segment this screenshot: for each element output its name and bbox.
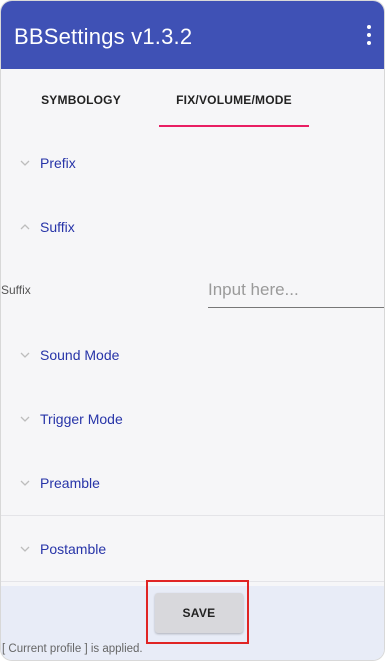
section-label: Sound Mode — [40, 347, 120, 363]
save-highlight-box — [146, 580, 249, 644]
app-bar: BBSettings v1.3.2 — [1, 1, 384, 69]
section-postamble[interactable]: Postamble — [1, 517, 384, 582]
tab-bar: SYMBOLOGY FIX/VOLUME/MODE — [1, 69, 384, 132]
more-vert-icon[interactable] — [362, 25, 374, 47]
status-text: [ Current profile ] is applied. — [2, 643, 143, 655]
section-suffix[interactable]: Suffix — [1, 195, 384, 260]
chevron-down-icon — [20, 352, 30, 358]
chevron-down-icon — [20, 480, 30, 486]
section-trigger-mode[interactable]: Trigger Mode — [1, 387, 384, 452]
app-window: BBSettings v1.3.2 SYMBOLOGY FIX/VOLUME/M… — [0, 0, 385, 661]
chevron-up-icon — [20, 224, 30, 230]
section-label: Trigger Mode — [40, 411, 123, 427]
chevron-down-icon — [20, 160, 30, 166]
chevron-down-icon — [20, 546, 30, 552]
tab-fix-volume-mode[interactable]: FIX/VOLUME/MODE — [159, 69, 309, 131]
suffix-input[interactable] — [208, 273, 384, 308]
active-tab-indicator — [159, 125, 309, 127]
section-label: Preamble — [40, 475, 100, 491]
app-title: BBSettings v1.3.2 — [14, 24, 193, 49]
suffix-field-row: Suffix — [1, 259, 384, 324]
section-label: Suffix — [40, 219, 75, 235]
section-label: Postamble — [40, 541, 107, 557]
tab-symbology[interactable]: SYMBOLOGY — [11, 69, 151, 131]
section-sound-mode[interactable]: Sound Mode — [1, 323, 384, 388]
section-prefix[interactable]: Prefix — [1, 131, 384, 196]
chevron-down-icon — [20, 416, 30, 422]
suffix-field-label: Suffix — [1, 283, 31, 297]
section-label: Prefix — [40, 155, 76, 171]
section-preamble[interactable]: Preamble — [1, 451, 384, 516]
